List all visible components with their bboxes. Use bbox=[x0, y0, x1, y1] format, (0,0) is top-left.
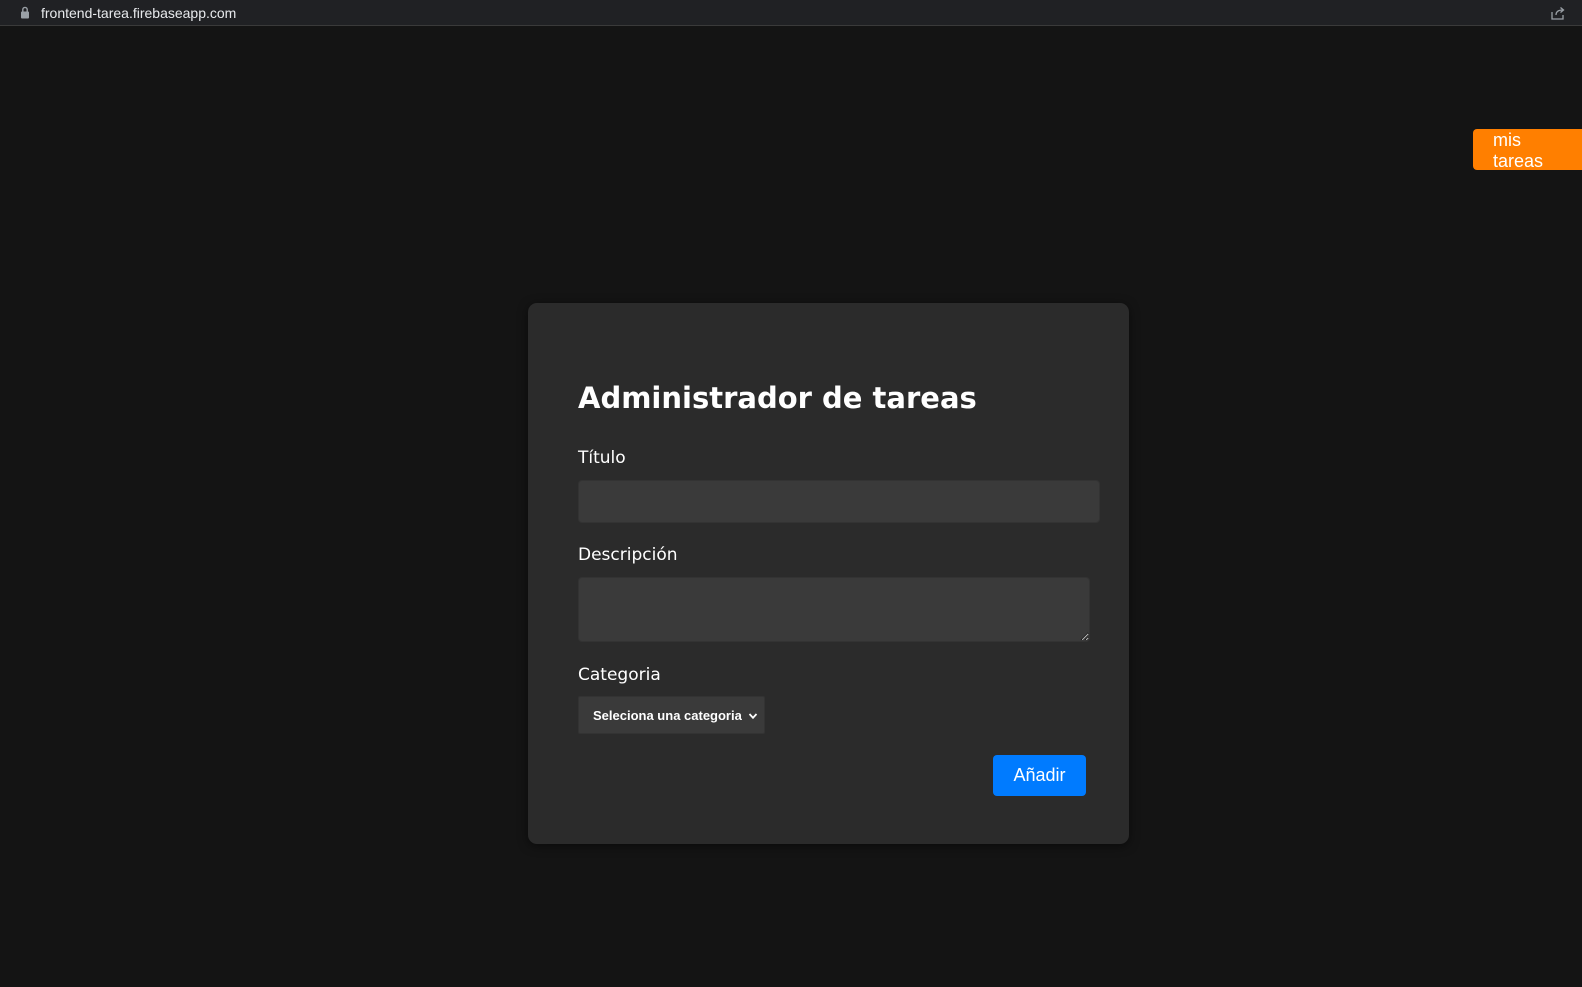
titulo-label: Título bbox=[578, 448, 626, 468]
categoria-select[interactable]: Seleciona una categoria bbox=[578, 696, 765, 734]
page-title: Administrador de tareas bbox=[578, 381, 977, 415]
categoria-label: Categoria bbox=[578, 665, 661, 685]
share-icon[interactable] bbox=[1550, 5, 1566, 21]
chevron-down-icon bbox=[748, 713, 758, 720]
mis-tareas-button[interactable]: mis tareas bbox=[1473, 129, 1582, 171]
task-form-card: Administrador de tareas Título Descripci… bbox=[528, 303, 1129, 844]
add-task-button[interactable]: Añadir bbox=[993, 755, 1086, 796]
descripcion-textarea[interactable] bbox=[578, 577, 1090, 642]
categoria-selected-value: Seleciona una categoria bbox=[593, 708, 742, 723]
lock-icon bbox=[21, 6, 29, 19]
url-text[interactable]: frontend-tarea.firebaseapp.com bbox=[41, 5, 236, 21]
browser-address-bar: frontend-tarea.firebaseapp.com bbox=[0, 0, 1582, 26]
titulo-input[interactable] bbox=[578, 480, 1100, 523]
descripcion-label: Descripción bbox=[578, 545, 678, 565]
